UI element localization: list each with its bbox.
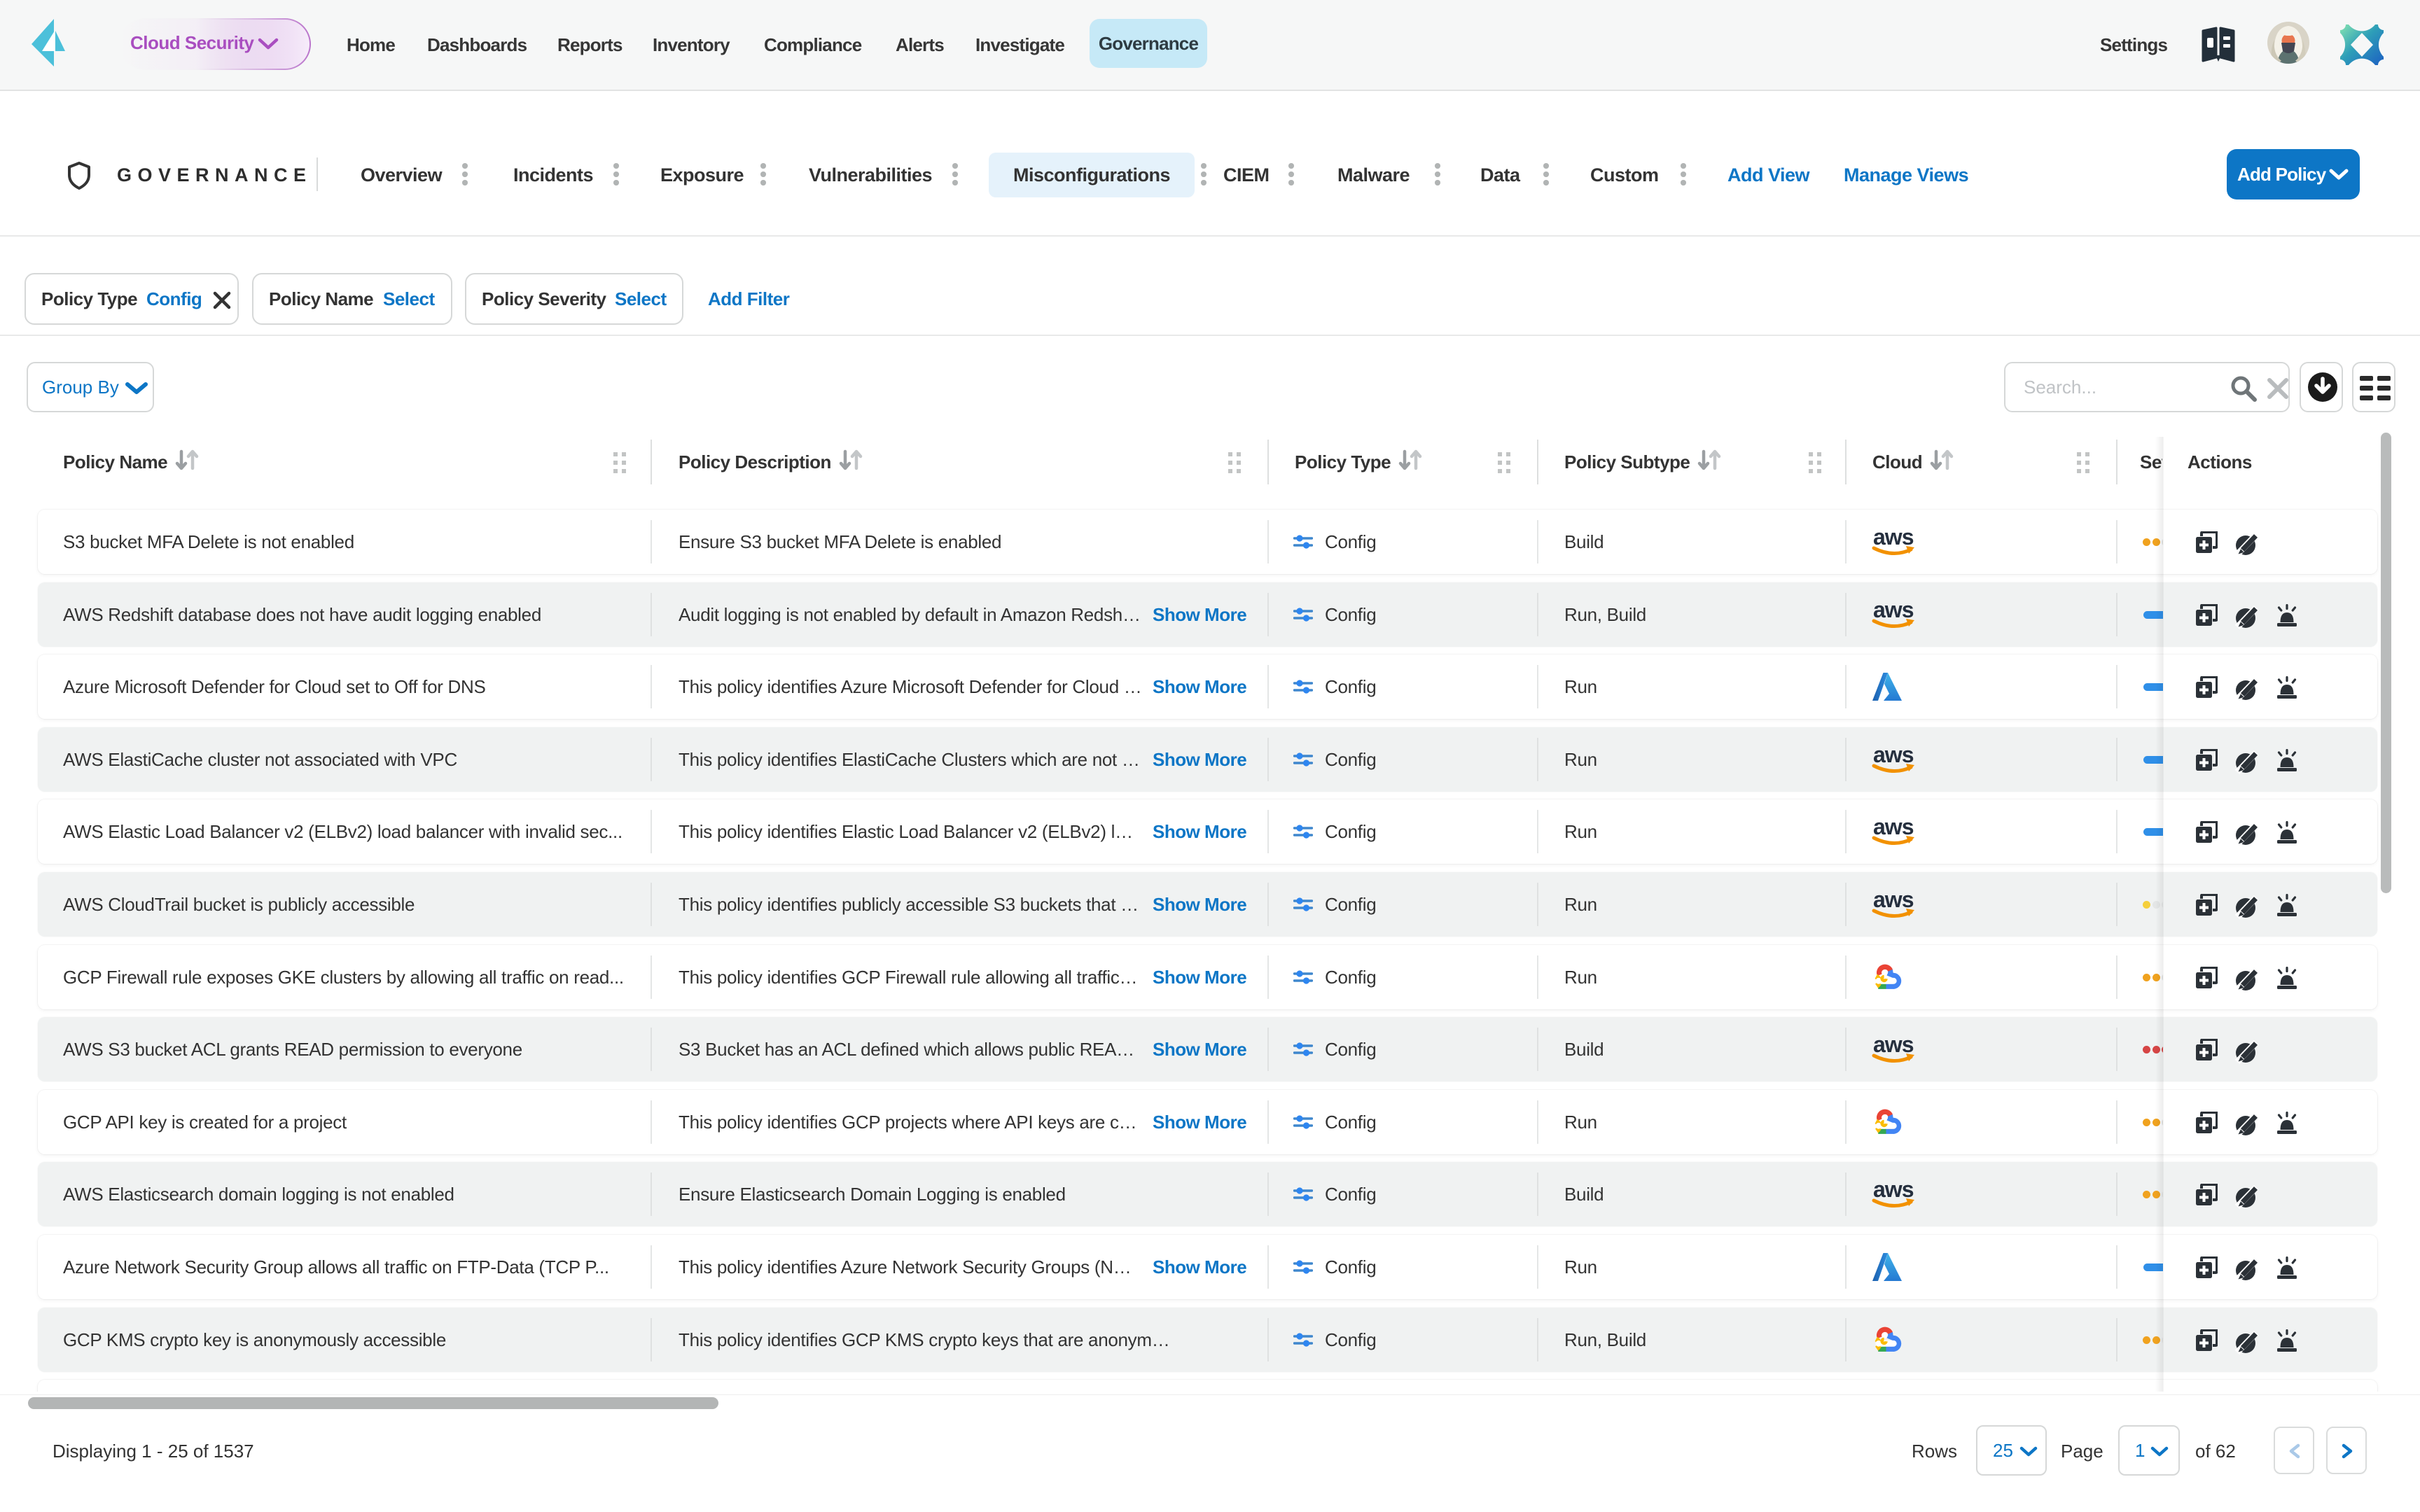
- svg-text:aws: aws: [1873, 1178, 1914, 1202]
- svg-text:aws: aws: [1873, 1033, 1914, 1057]
- svg-text:aws: aws: [1873, 598, 1914, 622]
- svg-text:aws: aws: [1873, 526, 1914, 550]
- svg-text:aws: aws: [1873, 743, 1914, 767]
- svg-text:aws: aws: [1873, 816, 1914, 839]
- svg-text:aws: aws: [1873, 888, 1914, 912]
